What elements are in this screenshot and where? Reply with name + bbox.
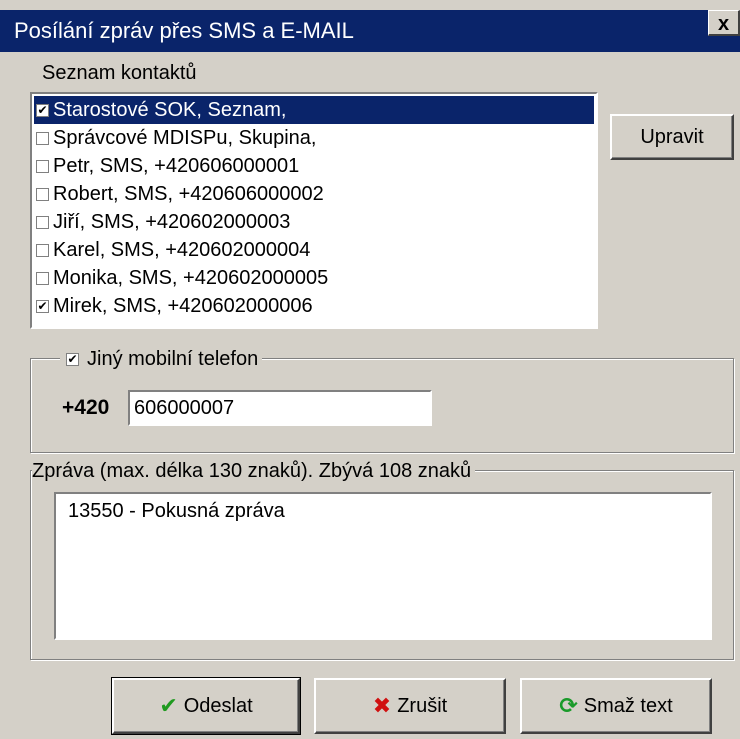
contact-checkbox[interactable]: [36, 271, 49, 285]
message-legend: Zpráva (max. délka 130 znaků). Zbývá 108…: [32, 458, 476, 484]
other-phone-checkbox[interactable]: ✔: [66, 352, 79, 366]
contact-checkbox[interactable]: [36, 187, 49, 201]
contact-list-item[interactable]: Robert, SMS, +420606000002: [34, 180, 596, 208]
contact-checkbox[interactable]: ✔: [36, 299, 49, 313]
window-title: Posílání zpráv přes SMS a E-MAIL: [14, 18, 354, 43]
contact-label: Monika, SMS, +420602000005: [53, 267, 329, 289]
message-textarea[interactable]: 13550 - Pokusná zpráva: [54, 492, 712, 640]
title-bar: Posílání zpráv přes SMS a E-MAIL: [0, 10, 740, 52]
cancel-button-label: Zrušit: [397, 694, 448, 717]
contact-checkbox[interactable]: [36, 159, 49, 173]
close-button[interactable]: x: [708, 10, 740, 36]
contact-checkbox[interactable]: ✔: [36, 103, 49, 117]
contact-label: Správcové MDISPu, Skupina,: [53, 127, 317, 149]
contact-label: Robert, SMS, +420606000002: [53, 183, 324, 205]
contact-label: Petr, SMS, +420606000001: [53, 155, 300, 177]
message-label: Zpráva (max. délka 130 znaků). Zbývá 108…: [32, 459, 472, 482]
phone-number-input[interactable]: [128, 390, 432, 426]
clear-text-button[interactable]: ⟳ Smaž text: [520, 678, 712, 734]
contact-list-item[interactable]: Jiří, SMS, +420602000003: [34, 208, 596, 236]
checkmark-icon: ✔: [159, 693, 178, 718]
other-phone-legend: ✔ Jiný mobilní telefon: [60, 346, 263, 372]
sms-email-dialog: Posílání zpráv přes SMS a E-MAIL x Sezna…: [0, 0, 740, 739]
close-icon: x: [717, 13, 730, 35]
phone-prefix: +420: [62, 396, 110, 419]
contact-label: Starostové SOK, Seznam,: [53, 99, 287, 121]
contacts-label: Seznam kontaktů: [42, 62, 197, 84]
x-mark-icon: ✖: [372, 693, 392, 718]
send-button-label: Odeslat: [183, 694, 253, 717]
cancel-button[interactable]: ✖ Zrušit: [314, 678, 506, 734]
contact-checkbox[interactable]: [36, 131, 49, 145]
edit-button[interactable]: Upravit: [610, 114, 734, 160]
contact-list-item[interactable]: Správcové MDISPu, Skupina,: [34, 124, 596, 152]
contact-list-item[interactable]: Monika, SMS, +420602000005: [34, 264, 596, 292]
contact-list-item[interactable]: Karel, SMS, +420602000004: [34, 236, 596, 264]
contact-label: Jiří, SMS, +420602000003: [53, 211, 291, 233]
other-phone-label: Jiný mobilní telefon: [87, 347, 259, 370]
refresh-icon: ⟳: [559, 693, 578, 718]
contact-label: Karel, SMS, +420602000004: [53, 239, 311, 261]
contact-list-item[interactable]: ✔ Mirek, SMS, +420602000006: [34, 292, 596, 320]
contact-label: Mirek, SMS, +420602000006: [53, 295, 313, 317]
contact-list-item[interactable]: ✔ Starostové SOK, Seznam,: [34, 96, 594, 124]
contact-list-item[interactable]: Petr, SMS, +420606000001: [34, 152, 596, 180]
contact-checkbox[interactable]: [36, 243, 49, 257]
edit-button-label: Upravit: [640, 125, 704, 148]
contact-checkbox[interactable]: [36, 215, 49, 229]
clear-button-label: Smaž text: [583, 694, 673, 717]
contact-list[interactable]: ✔ Starostové SOK, Seznam, Správcové MDISPu…: [30, 92, 598, 329]
send-button[interactable]: ✔ Odeslat: [111, 677, 301, 735]
